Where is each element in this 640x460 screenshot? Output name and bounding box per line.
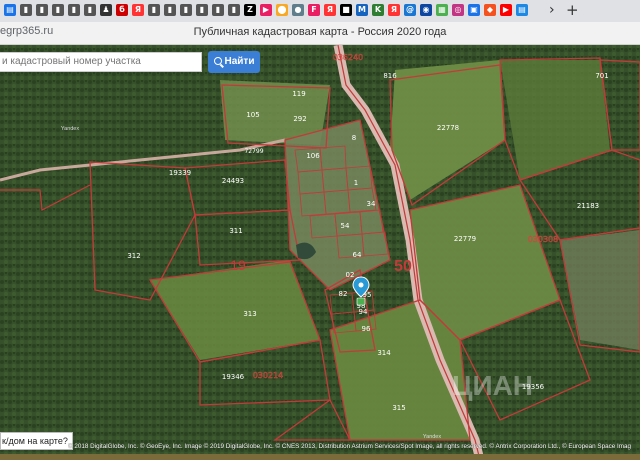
site-icon[interactable]: Z [244, 4, 256, 16]
site-icon[interactable]: ▦ [436, 4, 448, 16]
map-attribution: © 2018 DigitalGlobe, Inc. © GeoEye, Inc.… [68, 443, 631, 450]
bookmark-icon[interactable]: ▮ [20, 4, 32, 16]
parcel-label: 292 [293, 115, 306, 123]
parcel-label: 312 [127, 252, 140, 260]
quarter-label: 030308 [528, 235, 559, 244]
cadastral-search-input[interactable] [0, 52, 202, 72]
parcel-label: 22779 [454, 235, 476, 243]
search-icon [213, 57, 222, 65]
bookmark-icon[interactable]: ▮ [84, 4, 96, 16]
parcel-label: 02 [346, 271, 355, 279]
place-label: Yandex [423, 434, 441, 440]
address-bar: egrp365.ru Публичная кадастровая карта -… [0, 22, 640, 45]
parcel-label: 82 [339, 290, 348, 298]
parcel-label: 8 [352, 134, 356, 142]
taskbar [0, 454, 640, 460]
parcel-label: 313 [243, 310, 256, 318]
youtube-icon[interactable]: ▶ [500, 4, 512, 16]
parcel-label: 64 [353, 251, 362, 259]
district-number: 19 [230, 257, 246, 273]
page-title: Публичная кадастровая карта - Россия 202… [193, 26, 447, 38]
site-icon[interactable]: ▶ [260, 4, 272, 16]
folder-icon[interactable]: ▤ [4, 4, 16, 16]
my-house-button[interactable]: к/дом на карте? [0, 432, 73, 450]
parcel-label: 34 [367, 200, 376, 208]
site-icon[interactable]: K [372, 4, 384, 16]
bookmark-icon[interactable]: ▮ [36, 4, 48, 16]
parcel-label: 314 [377, 349, 391, 357]
site-icon[interactable]: ▣ [468, 4, 480, 16]
parcel-label: 96 [362, 325, 371, 333]
bookmark-icon[interactable]: ▮ [68, 4, 80, 16]
yandex-icon[interactable]: Я [132, 4, 144, 16]
site-icon[interactable]: ⬤ [276, 4, 288, 16]
yandex-icon[interactable]: Я [324, 4, 336, 16]
parcel-label: 19346 [222, 373, 245, 381]
site-icon[interactable]: ◉ [420, 4, 432, 16]
parcel-label: 54 [341, 222, 350, 230]
find-button[interactable]: Найти [208, 51, 260, 73]
bookmark-icon[interactable]: ▮ [180, 4, 192, 16]
road-number-sign: 50 [394, 258, 412, 275]
parcel-label: 311 [229, 227, 242, 235]
parcel-label: 19339 [169, 169, 191, 177]
parcel-label: 119 [292, 90, 305, 98]
flag-icon[interactable]: ■ [340, 4, 352, 16]
parcel-label: 701 [595, 72, 608, 80]
quarter-label: 036240 [333, 53, 364, 62]
site-icon[interactable]: б [116, 4, 128, 16]
parcel-label: 105 [246, 111, 259, 119]
parcel-label: 106 [306, 152, 320, 160]
place-label: Yandex [61, 126, 79, 132]
bookmark-icon[interactable]: ▮ [164, 4, 176, 16]
site-icon[interactable]: ● [292, 4, 304, 16]
bookmark-icon[interactable]: ▮ [52, 4, 64, 16]
bookmark-icon[interactable]: ▮ [196, 4, 208, 16]
road-labels: 72799 [244, 148, 263, 155]
road-label: 72799 [244, 148, 263, 155]
site-icon[interactable]: ▤ [516, 4, 528, 16]
tab-strip: › + ▤ ▮ ▮ ▮ ▮ ▮ ♟ б Я ▮ ▮ ▮ ▮ ▮ ▮ Z ▶ ⬤ ● F Я ■ M K Я @ ◉ ▦ ◎ ▣ ◆ ▶ ▤ [0, 0, 640, 23]
parcel-label: 816 [383, 72, 397, 80]
watermark: ЦИАН [452, 370, 534, 401]
bookmark-icon[interactable]: ▮ [148, 4, 160, 16]
parcel-label: 315 [392, 404, 405, 412]
parcel-label: 1 [354, 179, 358, 187]
site-icon[interactable]: @ [404, 4, 416, 16]
yandex-icon[interactable]: Я [388, 4, 400, 16]
site-icon[interactable]: ◆ [484, 4, 496, 16]
bookmark-icon[interactable]: ▮ [212, 4, 224, 16]
parcel-label: 24493 [222, 177, 244, 185]
site-icon[interactable]: F [308, 4, 320, 16]
bookmark-icon[interactable]: ▮ [228, 4, 240, 16]
chevron-right-icon[interactable]: › [549, 2, 555, 18]
satellite-map[interactable]: 1051192922277822779244931933931131231331… [0, 45, 640, 460]
quarter-label: 030214 [253, 371, 284, 380]
new-tab-icon[interactable]: + [566, 1, 579, 19]
instagram-icon[interactable]: ◎ [452, 4, 464, 16]
site-icon[interactable]: M [356, 4, 368, 16]
parcel-label: 21183 [577, 202, 599, 210]
pawn-icon[interactable]: ♟ [100, 4, 112, 16]
parcel-label: 22778 [437, 124, 459, 132]
